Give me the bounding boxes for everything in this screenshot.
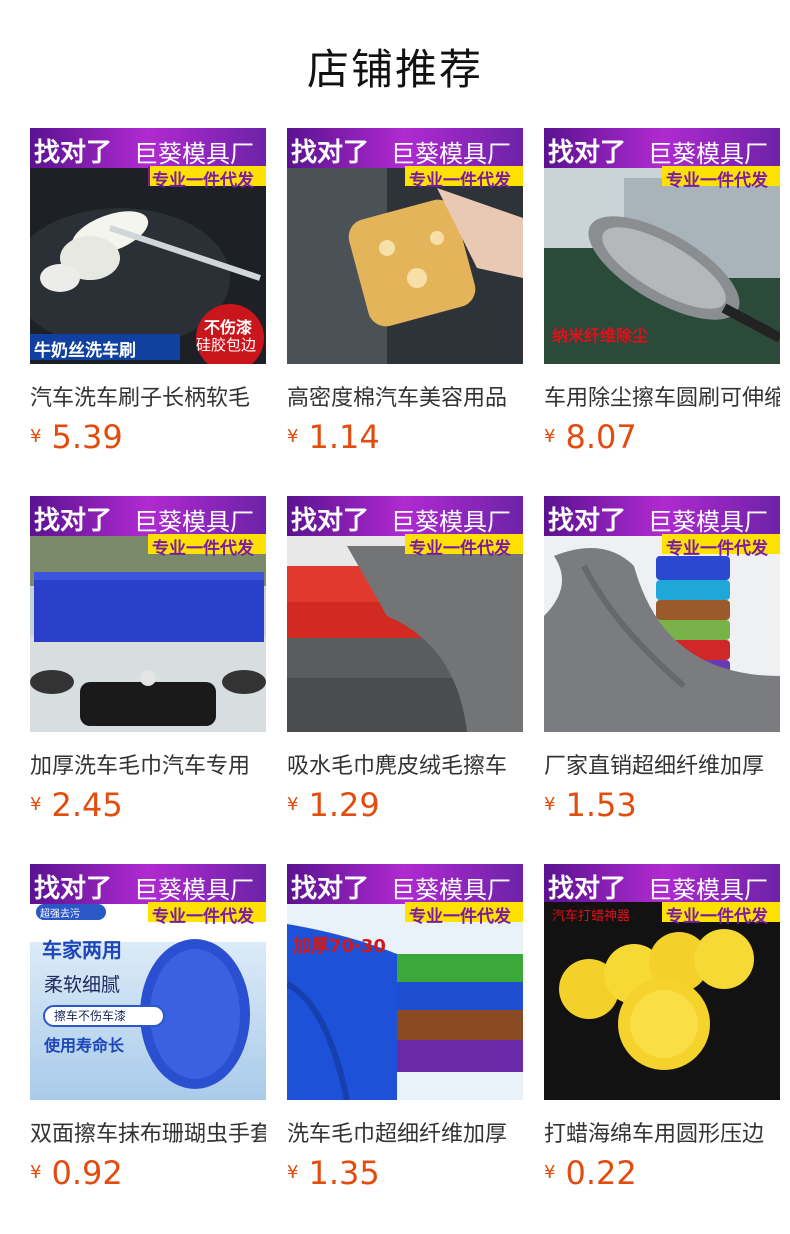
price-value: 1.35 (308, 1154, 380, 1192)
product-name[interactable]: 厂家直销超细纤维加厚 (544, 748, 780, 780)
currency-symbol: ¥ (287, 426, 299, 447)
product-card[interactable]: 找对了 巨葵模具厂 专业一件代发 纳米纤维除尘 车用除尘擦车圆刷可伸缩 ¥8.0… (544, 128, 780, 468)
banner-sub-text: 专业一件代发 (152, 171, 254, 191)
banner-left-text: 找对了 (291, 506, 370, 536)
product-price: ¥5.39 (30, 418, 123, 456)
product-card[interactable]: 找对了 巨葵模具厂 专业一件代发 吸水毛巾麂皮绒毛擦车 ¥1.29 (287, 496, 523, 836)
product-price: ¥1.53 (544, 786, 637, 824)
price-value: 1.14 (308, 418, 380, 456)
banner-sub-text: 专业一件代发 (409, 539, 511, 559)
currency-symbol: ¥ (544, 794, 556, 815)
currency-symbol: ¥ (544, 1162, 556, 1183)
product-card[interactable]: 找对了 巨葵模具厂 专业一件代发 厂家直销超细纤维加厚 ¥1.53 (544, 496, 780, 836)
product-name[interactable]: 吸水毛巾麂皮绒毛擦车 (287, 748, 523, 780)
banner-sub-text: 专业一件代发 (666, 907, 768, 927)
product-image[interactable]: 找对了 巨葵模具厂 专业一件代发 加厚70·30 (287, 864, 523, 1100)
product-name[interactable]: 高密度棉汽车美容用品 (287, 380, 523, 412)
product-name[interactable]: 汽车洗车刷子长柄软毛 (30, 380, 266, 412)
product-name[interactable]: 车用除尘擦车圆刷可伸缩 (544, 380, 780, 412)
product-name[interactable]: 双面擦车抹布珊瑚虫手套 (30, 1116, 266, 1148)
price-value: 1.53 (565, 786, 637, 824)
price-value: 0.92 (51, 1154, 123, 1192)
product-card[interactable]: 找对了 巨葵模具厂 专业一件代发 高密度棉汽车美容用品 ¥1.14 (287, 128, 523, 468)
product-image[interactable]: 找对了 巨葵模具厂 专业一件代发 (30, 496, 266, 732)
product-card[interactable]: 找对了 巨葵模具厂 专业一件代发 汽车打蜡神器 打蜡海绵车用圆形压边 ¥0.22 (544, 864, 780, 1204)
product-price: ¥1.14 (287, 418, 380, 456)
product-price: ¥2.45 (30, 786, 123, 824)
product-name[interactable]: 打蜡海绵车用圆形压边 (544, 1116, 780, 1148)
product-overlay-text: 硅胶包边 (196, 336, 257, 354)
banner-right-text: 巨葵模具厂 (391, 508, 511, 536)
banner-left-text: 找对了 (548, 138, 627, 168)
product-price: ¥1.29 (287, 786, 380, 824)
product-overlay-text: 加厚70·30 (293, 936, 386, 957)
banner-right-text: 巨葵模具厂 (134, 508, 254, 536)
product-overlay-text: 牛奶丝洗车刷 (34, 341, 136, 361)
product-overlay-text: 使用寿命长 (44, 1036, 125, 1055)
product-card[interactable]: 找对了 巨葵模具厂 专业一件代发 牛奶丝洗车刷 不伤漆 硅胶包边 汽车洗车刷子长… (30, 128, 266, 468)
banner-left-text: 找对了 (291, 874, 370, 904)
product-image[interactable]: 找对了 巨葵模具厂 专业一件代发 纳米纤维除尘 (544, 128, 780, 364)
price-value: 0.22 (565, 1154, 637, 1192)
price-value: 8.07 (565, 418, 637, 456)
product-card[interactable]: 找对了 巨葵模具厂 专业一件代发 超强去污 车家两用 柔软细腻 擦车不伤车漆 使… (30, 864, 266, 1204)
product-image[interactable]: 找对了 巨葵模具厂 专业一件代发 牛奶丝洗车刷 不伤漆 硅胶包边 (30, 128, 266, 364)
currency-symbol: ¥ (287, 794, 299, 815)
product-price: ¥1.35 (287, 1154, 380, 1192)
product-name[interactable]: 洗车毛巾超细纤维加厚 (287, 1116, 523, 1148)
currency-symbol: ¥ (544, 426, 556, 447)
banner-right-text: 巨葵模具厂 (391, 876, 511, 904)
banner-right-text: 巨葵模具厂 (391, 140, 511, 168)
product-image[interactable]: 找对了 巨葵模具厂 专业一件代发 (287, 496, 523, 732)
banner-sub-text: 专业一件代发 (152, 539, 254, 559)
product-overlay-text: 汽车打蜡神器 (552, 909, 631, 924)
product-overlay-text: 擦车不伤车漆 (54, 1009, 127, 1023)
product-price: ¥0.92 (30, 1154, 123, 1192)
banner-left-text: 找对了 (291, 138, 370, 168)
product-image[interactable]: 找对了 巨葵模具厂 专业一件代发 (544, 496, 780, 732)
banner-sub-text: 专业一件代发 (409, 907, 511, 927)
product-image[interactable]: 找对了 巨葵模具厂 专业一件代发 汽车打蜡神器 (544, 864, 780, 1100)
product-image[interactable]: 找对了 巨葵模具厂 专业一件代发 (287, 128, 523, 364)
banner-left-text: 找对了 (548, 874, 627, 904)
banner-left-text: 找对了 (34, 506, 113, 536)
product-name[interactable]: 加厚洗车毛巾汽车专用 (30, 748, 266, 780)
banner-left-text: 找对了 (34, 138, 113, 168)
currency-symbol: ¥ (30, 426, 42, 447)
price-value: 2.45 (51, 786, 123, 824)
currency-symbol: ¥ (287, 1162, 299, 1183)
product-card[interactable]: 找对了 巨葵模具厂 专业一件代发 加厚70·30 洗车毛巾超细纤维加厚 ¥1.3… (287, 864, 523, 1204)
page-title: 店铺推荐 (306, 45, 483, 94)
banner-right-text: 巨葵模具厂 (134, 140, 254, 168)
product-card[interactable]: 找对了 巨葵模具厂 专业一件代发 加厚洗车毛巾汽车专用 ¥2.45 (30, 496, 266, 836)
product-price: ¥8.07 (544, 418, 637, 456)
currency-symbol: ¥ (30, 794, 42, 815)
banner-sub-text: 专业一件代发 (152, 907, 254, 927)
banner-sub-text: 专业一件代发 (409, 171, 511, 191)
price-value: 1.29 (308, 786, 380, 824)
banner-left-text: 找对了 (548, 506, 627, 536)
product-overlay-text: 柔软细腻 (44, 974, 121, 996)
product-price: ¥0.22 (544, 1154, 637, 1192)
banner-left-text: 找对了 (34, 874, 113, 904)
price-value: 5.39 (51, 418, 123, 456)
product-overlay-text: 车家两用 (42, 938, 122, 962)
banner-right-text: 巨葵模具厂 (648, 508, 768, 536)
banner-sub-text: 专业一件代发 (666, 171, 768, 191)
banner-right-text: 巨葵模具厂 (134, 876, 254, 904)
product-overlay-text: 纳米纤维除尘 (552, 326, 649, 345)
currency-symbol: ¥ (30, 1162, 42, 1183)
banner-sub-text: 专业一件代发 (666, 539, 768, 559)
product-image[interactable]: 找对了 巨葵模具厂 专业一件代发 超强去污 车家两用 柔软细腻 擦车不伤车漆 使… (30, 864, 266, 1100)
product-overlay-text: 超强去污 (40, 909, 80, 920)
banner-right-text: 巨葵模具厂 (648, 140, 768, 168)
banner-right-text: 巨葵模具厂 (648, 876, 768, 904)
